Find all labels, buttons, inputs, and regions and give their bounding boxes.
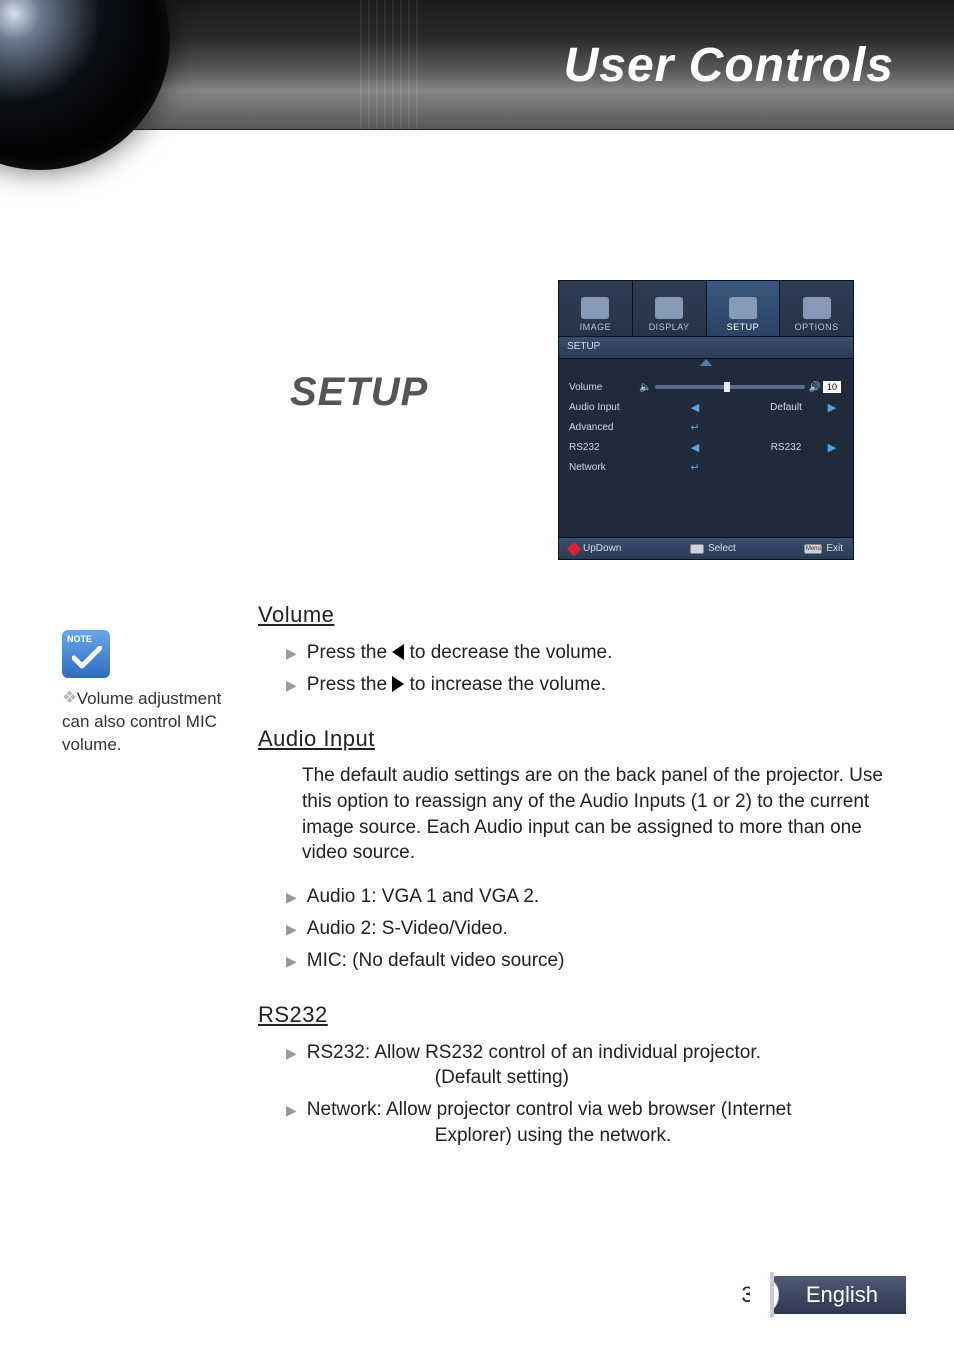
paragraph: The default audio settings are on the ba… <box>302 763 888 866</box>
bullet-item: ▶ Audio 2: S-Video/Video. <box>286 916 888 942</box>
osd-footer: UpDown Select Menu Exit <box>559 537 853 559</box>
text: Press the <box>307 642 393 663</box>
menu-key-icon: Menu <box>804 544 822 554</box>
text: to decrease the volume. <box>410 642 613 663</box>
osd-tab-options: OPTIONS <box>780 281 853 336</box>
osd-tab-label: SETUP <box>727 322 760 332</box>
osd-row-value: RS232 <box>751 442 821 453</box>
osd-row-label: Volume <box>569 382 639 393</box>
bullet-item: ▶ Press the to decrease the volume. <box>286 640 888 666</box>
note-badge: NOTE <box>62 630 110 678</box>
arrow-bullet-icon: ▶ <box>286 640 297 666</box>
enter-key-icon <box>690 544 704 554</box>
note-text-content: Volume adjustment can also control MIC v… <box>62 689 221 754</box>
osd-tab-setup: SETUP <box>707 281 781 336</box>
osd-row-label: RS232 <box>569 442 639 453</box>
text: MIC: (No default video source) <box>307 948 565 974</box>
right-arrow-icon: ▶ <box>828 441 836 454</box>
osd-subheader: SETUP <box>559 337 853 359</box>
volume-value: 10 <box>823 381 841 393</box>
left-arrow-icon: ◀ <box>691 441 699 454</box>
osd-row-audio-input: Audio Input ◀ Default ▶ <box>569 397 843 417</box>
speaker-high-icon: 🔊 <box>809 382 821 393</box>
up-caret-icon <box>700 359 712 366</box>
note-badge-label: NOTE <box>67 634 92 644</box>
left-triangle-icon <box>392 644 404 660</box>
osd-row-value: Default <box>751 402 821 413</box>
enter-icon: ↵ <box>690 461 699 474</box>
osd-row-rs232: RS232 ◀ RS232 ▶ <box>569 437 843 457</box>
bullet-item: ▶ Network: Allow projector control via w… <box>286 1097 888 1148</box>
arrow-bullet-icon: ▶ <box>286 1040 297 1066</box>
text: Network: Allow projector control via web… <box>307 1099 792 1120</box>
bullet-item: ▶ MIC: (No default video source) <box>286 948 888 974</box>
osd-row-network: Network ↵ <box>569 457 843 477</box>
osd-row-label: Network <box>569 462 639 473</box>
updown-icon <box>567 541 581 555</box>
right-triangle-icon <box>392 676 404 692</box>
right-arrow-icon: ▶ <box>828 401 836 414</box>
volume-slider <box>655 385 804 389</box>
body-column: Volume ▶ Press the to decrease the volum… <box>258 590 888 1154</box>
osd-subheader-label: SETUP <box>567 341 600 352</box>
speaker-low-icon: 🔈 <box>639 382 651 393</box>
note-text: ❖ Volume adjustment can also control MIC… <box>62 688 242 757</box>
osd-tabs: IMAGE DISPLAY SETUP OPTIONS <box>559 281 853 337</box>
text: to increase the volume. <box>410 674 606 695</box>
text: Explorer) using the network. <box>435 1123 792 1149</box>
osd-footer-label: Exit <box>826 543 843 554</box>
lens-graphic <box>0 0 170 170</box>
osd-tab-label: IMAGE <box>580 322 612 332</box>
osd-footer-label: UpDown <box>583 543 621 554</box>
osd-row-label: Audio Input <box>569 402 639 413</box>
heading-volume: Volume <box>258 600 888 630</box>
check-icon <box>72 646 102 670</box>
osd-body: Volume 🔈 🔊 10 Audio Input ◀ Default ▶ Ad… <box>559 359 853 483</box>
enter-icon: ↵ <box>690 421 699 434</box>
osd-tab-label: OPTIONS <box>795 322 839 332</box>
footer: 37 English <box>741 1276 906 1314</box>
arrow-bullet-icon: ▶ <box>286 672 297 698</box>
osd-footer-label: Select <box>708 543 736 554</box>
note-block: NOTE ❖ Volume adjustment can also contro… <box>62 630 242 757</box>
text: Press the <box>307 674 393 695</box>
osd-tab-label: DISPLAY <box>649 322 690 332</box>
heading-audio-input: Audio Input <box>258 724 888 754</box>
page-title: User Controls <box>564 38 894 93</box>
heading-rs232: RS232 <box>258 1000 888 1030</box>
text: RS232: Allow RS232 control of an individ… <box>307 1042 761 1063</box>
arrow-bullet-icon: ▶ <box>286 1097 297 1123</box>
text: Audio 1: VGA 1 and VGA 2. <box>307 884 539 910</box>
text: Audio 2: S-Video/Video. <box>307 916 508 942</box>
arrow-bullet-icon: ▶ <box>286 916 297 942</box>
bullet-item: ▶ Press the to increase the volume. <box>286 672 888 698</box>
section-label: SETUP <box>290 370 428 415</box>
text: (Default setting) <box>435 1065 761 1091</box>
arrow-bullet-icon: ▶ <box>286 948 297 974</box>
decorative-stripes <box>360 0 418 129</box>
bullet-item: ▶ Audio 1: VGA 1 and VGA 2. <box>286 884 888 910</box>
diamond-bullet-icon: ❖ <box>62 687 72 697</box>
header-band: User Controls <box>0 0 954 130</box>
osd-tab-display: DISPLAY <box>633 281 707 336</box>
osd-row-label: Advanced <box>569 422 639 433</box>
osd-tab-image: IMAGE <box>559 281 633 336</box>
bullet-item: ▶ RS232: Allow RS232 control of an indiv… <box>286 1040 888 1091</box>
osd-row-advanced: Advanced ↵ <box>569 417 843 437</box>
osd-screenshot: IMAGE DISPLAY SETUP OPTIONS SETUP Volume… <box>558 280 854 560</box>
language-label: English <box>772 1276 906 1314</box>
left-arrow-icon: ◀ <box>691 401 699 414</box>
osd-row-volume: Volume 🔈 🔊 10 <box>569 377 843 397</box>
arrow-bullet-icon: ▶ <box>286 884 297 910</box>
